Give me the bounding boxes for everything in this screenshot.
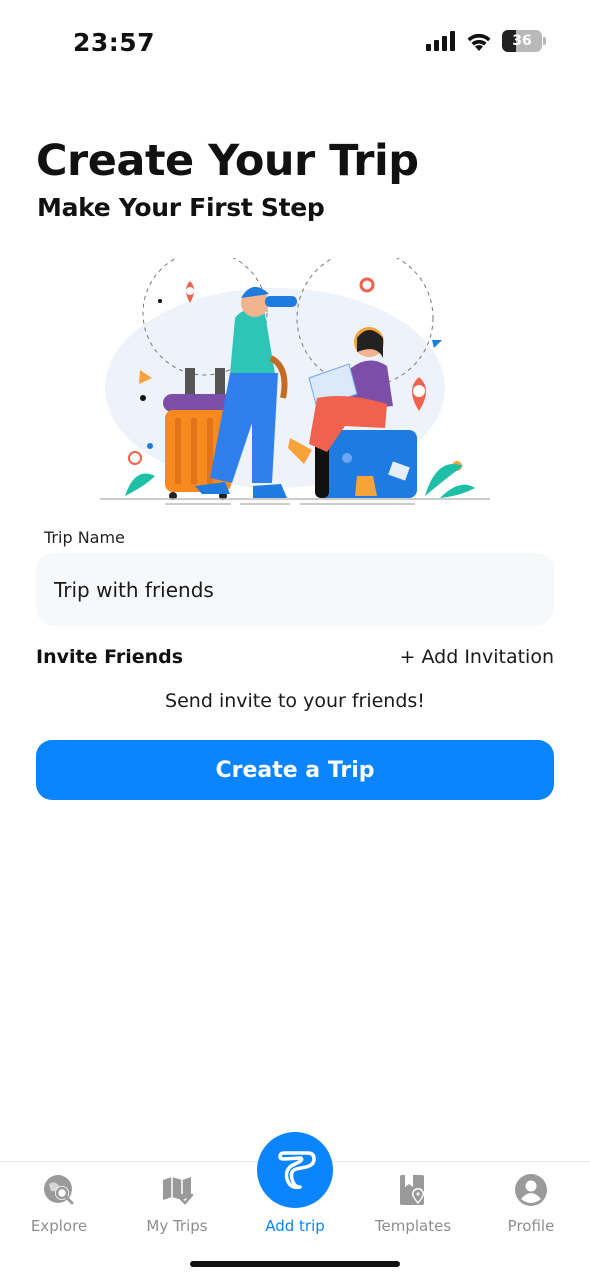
user-circle-icon bbox=[515, 1174, 547, 1206]
create-trip-button[interactable]: Create a Trip bbox=[36, 740, 554, 800]
tab-label-profile: Profile bbox=[507, 1217, 555, 1235]
battery-icon: 36 bbox=[502, 30, 546, 52]
tab-label-explore: Explore bbox=[30, 1217, 88, 1235]
cellular-signal-icon bbox=[426, 31, 455, 51]
trip-name-input[interactable] bbox=[36, 553, 554, 626]
invite-friends-label: Invite Friends bbox=[36, 646, 184, 668]
page-subtitle: Make Your First Step bbox=[37, 193, 325, 222]
tab-profile[interactable]: Profile bbox=[472, 1162, 590, 1252]
globe-search-icon bbox=[44, 1175, 74, 1205]
status-icons: 36 bbox=[426, 30, 546, 52]
home-indicator bbox=[190, 1261, 400, 1267]
invite-hint: Send invite to your friends! bbox=[165, 690, 425, 712]
tab-explore[interactable]: Explore bbox=[0, 1162, 118, 1252]
status-bar: 23:57 36 bbox=[0, 0, 590, 90]
travel-illustration bbox=[100, 258, 490, 505]
app-logo-icon bbox=[278, 1151, 316, 1190]
map-check-icon bbox=[163, 1177, 194, 1205]
page-title: Create Your Trip bbox=[36, 136, 419, 186]
add-invitation-button[interactable]: + Add Invitation bbox=[400, 646, 554, 668]
tab-label-templates: Templates bbox=[374, 1217, 452, 1235]
trip-name-label: Trip Name bbox=[44, 528, 125, 547]
status-time: 23:57 bbox=[73, 28, 156, 57]
tab-add-trip[interactable]: Add trip bbox=[236, 1132, 354, 1252]
tab-templates[interactable]: Templates bbox=[354, 1162, 472, 1252]
tab-label-my-trips: My Trips bbox=[146, 1217, 208, 1235]
wifi-icon bbox=[467, 33, 491, 51]
add-trip-fab[interactable] bbox=[257, 1132, 333, 1208]
invite-row: Invite Friends + Add Invitation bbox=[36, 646, 554, 668]
template-pin-icon bbox=[400, 1175, 424, 1205]
tab-my-trips[interactable]: My Trips bbox=[118, 1162, 236, 1252]
battery-level: 36 bbox=[512, 33, 532, 49]
tab-label-add-trip: Add trip bbox=[265, 1217, 325, 1235]
